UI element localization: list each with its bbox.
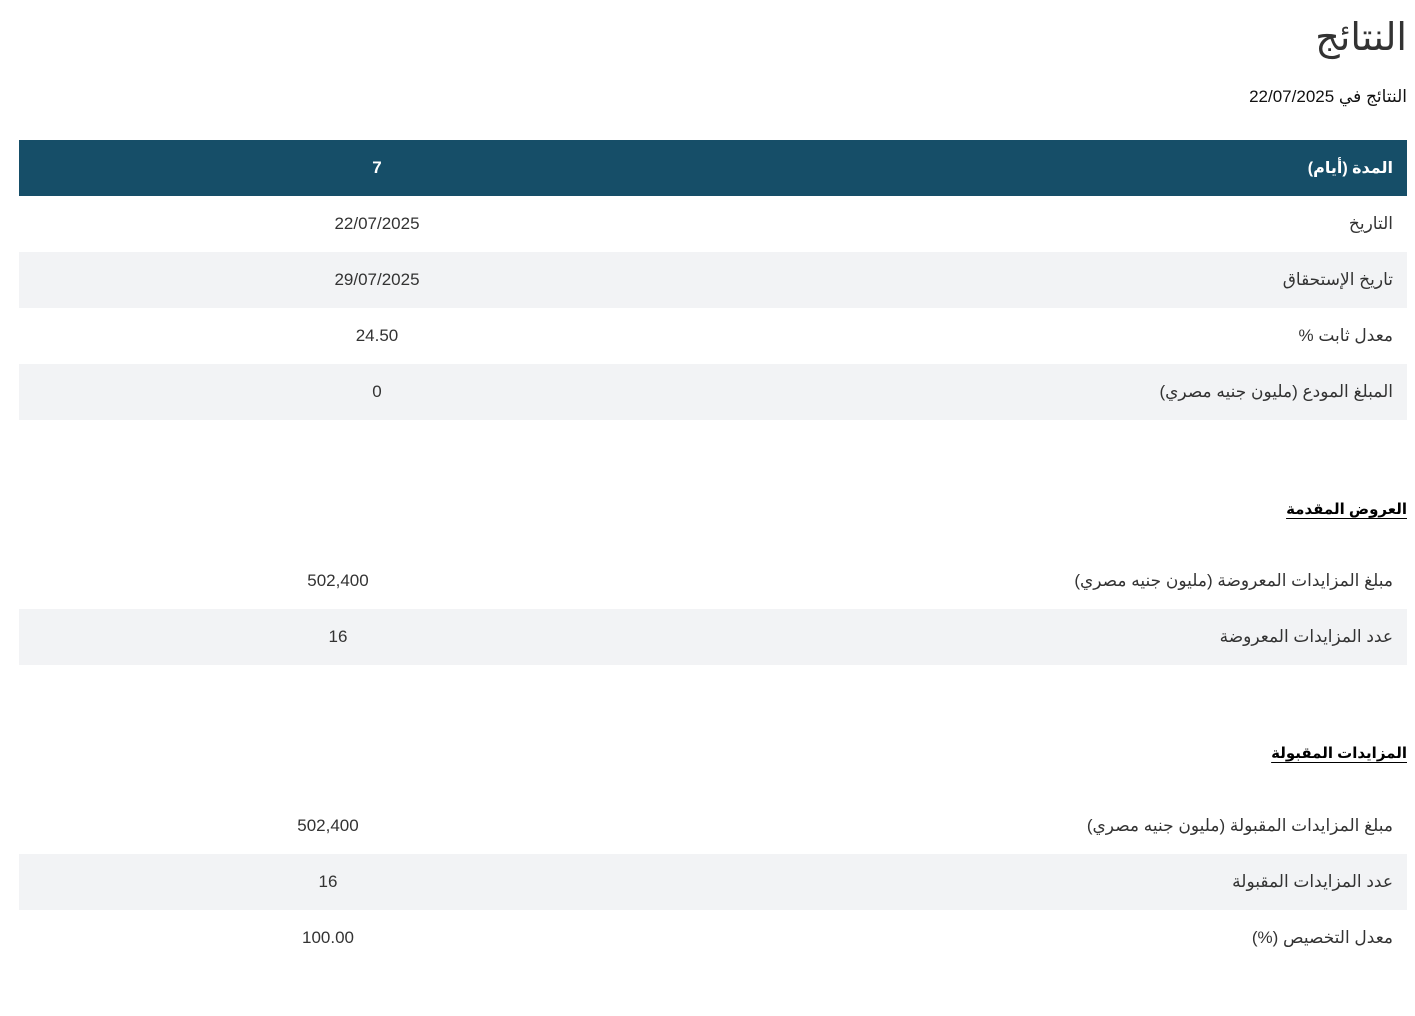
offered-bids-amount-label: مبلغ المزايدات المعروضة (مليون جنيه مصري… [1074, 571, 1393, 590]
summary-table: المدة (أيام) 7 التاريخ 22/07/2025 تاريخ … [19, 140, 1407, 420]
table-row: معدل ثابت % 24.50 [19, 308, 1407, 364]
results-page: النتائج النتائج في 22/07/2025 المدة (أيا… [19, 0, 1407, 1016]
table-row: التاريخ 22/07/2025 [19, 196, 1407, 252]
results-date-line: النتائج في 22/07/2025 [1249, 86, 1407, 108]
maturity-date-value: 29/07/2025 [323, 252, 431, 308]
table-spacer [19, 252, 323, 308]
table-spacer [19, 910, 263, 966]
table-row: عدد المزايدات المعروضة 16 [19, 609, 1407, 665]
accepted-section-heading: المزايدات المقبولة [1271, 745, 1407, 762]
accepted-table: مبلغ المزايدات المقبولة (مليون جنيه مصري… [19, 798, 1407, 966]
allocation-rate-value: 100.00 [302, 928, 354, 947]
duration-value: 7 [323, 140, 431, 196]
duration-label: المدة (أيام) [431, 140, 1407, 196]
offered-bids-amount-value: 502,400 [307, 571, 369, 590]
offered-bids-count-value: 16 [283, 609, 393, 665]
table-spacer [19, 140, 323, 196]
table-row: المبلغ المودع (مليون جنيه مصري) 0 [19, 364, 1407, 420]
results-date-prefix: النتائج في [1338, 87, 1407, 106]
date-label: التاريخ [1348, 214, 1393, 233]
offers-section-heading: العروض المقدمة [1286, 501, 1407, 518]
table-row: تاريخ الإستحقاق 29/07/2025 [19, 252, 1407, 308]
table-header-row: المدة (أيام) 7 [19, 140, 1407, 196]
allocation-rate-label: معدل التخصيص (%) [1251, 928, 1393, 947]
maturity-date-label: تاريخ الإستحقاق [431, 252, 1407, 308]
accepted-bids-count-value: 16 [263, 854, 393, 910]
accepted-bids-amount-label: مبلغ المزايدات المقبولة (مليون جنيه مصري… [1086, 816, 1393, 835]
fixed-rate-value: 24.50 [355, 326, 399, 345]
accepted-bids-amount-value: 502,400 [297, 816, 359, 835]
accepted-bids-count-label: عدد المزايدات المقبولة [393, 854, 1407, 910]
table-spacer [19, 308, 323, 364]
table-spacer [19, 854, 263, 910]
deposited-amount-label: المبلغ المودع (مليون جنيه مصري) [431, 364, 1407, 420]
results-date: 22/07/2025 [1249, 87, 1335, 106]
offers-table: مبلغ المزايدات المعروضة (مليون جنيه مصري… [19, 553, 1407, 665]
table-row: مبلغ المزايدات المقبولة (مليون جنيه مصري… [19, 798, 1407, 854]
table-row: معدل التخصيص (%) 100.00 [19, 910, 1407, 966]
offered-bids-count-label: عدد المزايدات المعروضة [393, 609, 1407, 665]
table-row: عدد المزايدات المقبولة 16 [19, 854, 1407, 910]
table-spacer [19, 609, 283, 665]
table-spacer [19, 798, 263, 854]
table-spacer [19, 364, 323, 420]
deposited-amount-value: 0 [323, 364, 431, 420]
fixed-rate-label: معدل ثابت % [1298, 326, 1393, 345]
date-value: 22/07/2025 [334, 214, 420, 233]
table-row: مبلغ المزايدات المعروضة (مليون جنيه مصري… [19, 553, 1407, 609]
page-title: النتائج [1315, 15, 1407, 59]
table-spacer [19, 553, 283, 609]
table-spacer [19, 196, 323, 252]
